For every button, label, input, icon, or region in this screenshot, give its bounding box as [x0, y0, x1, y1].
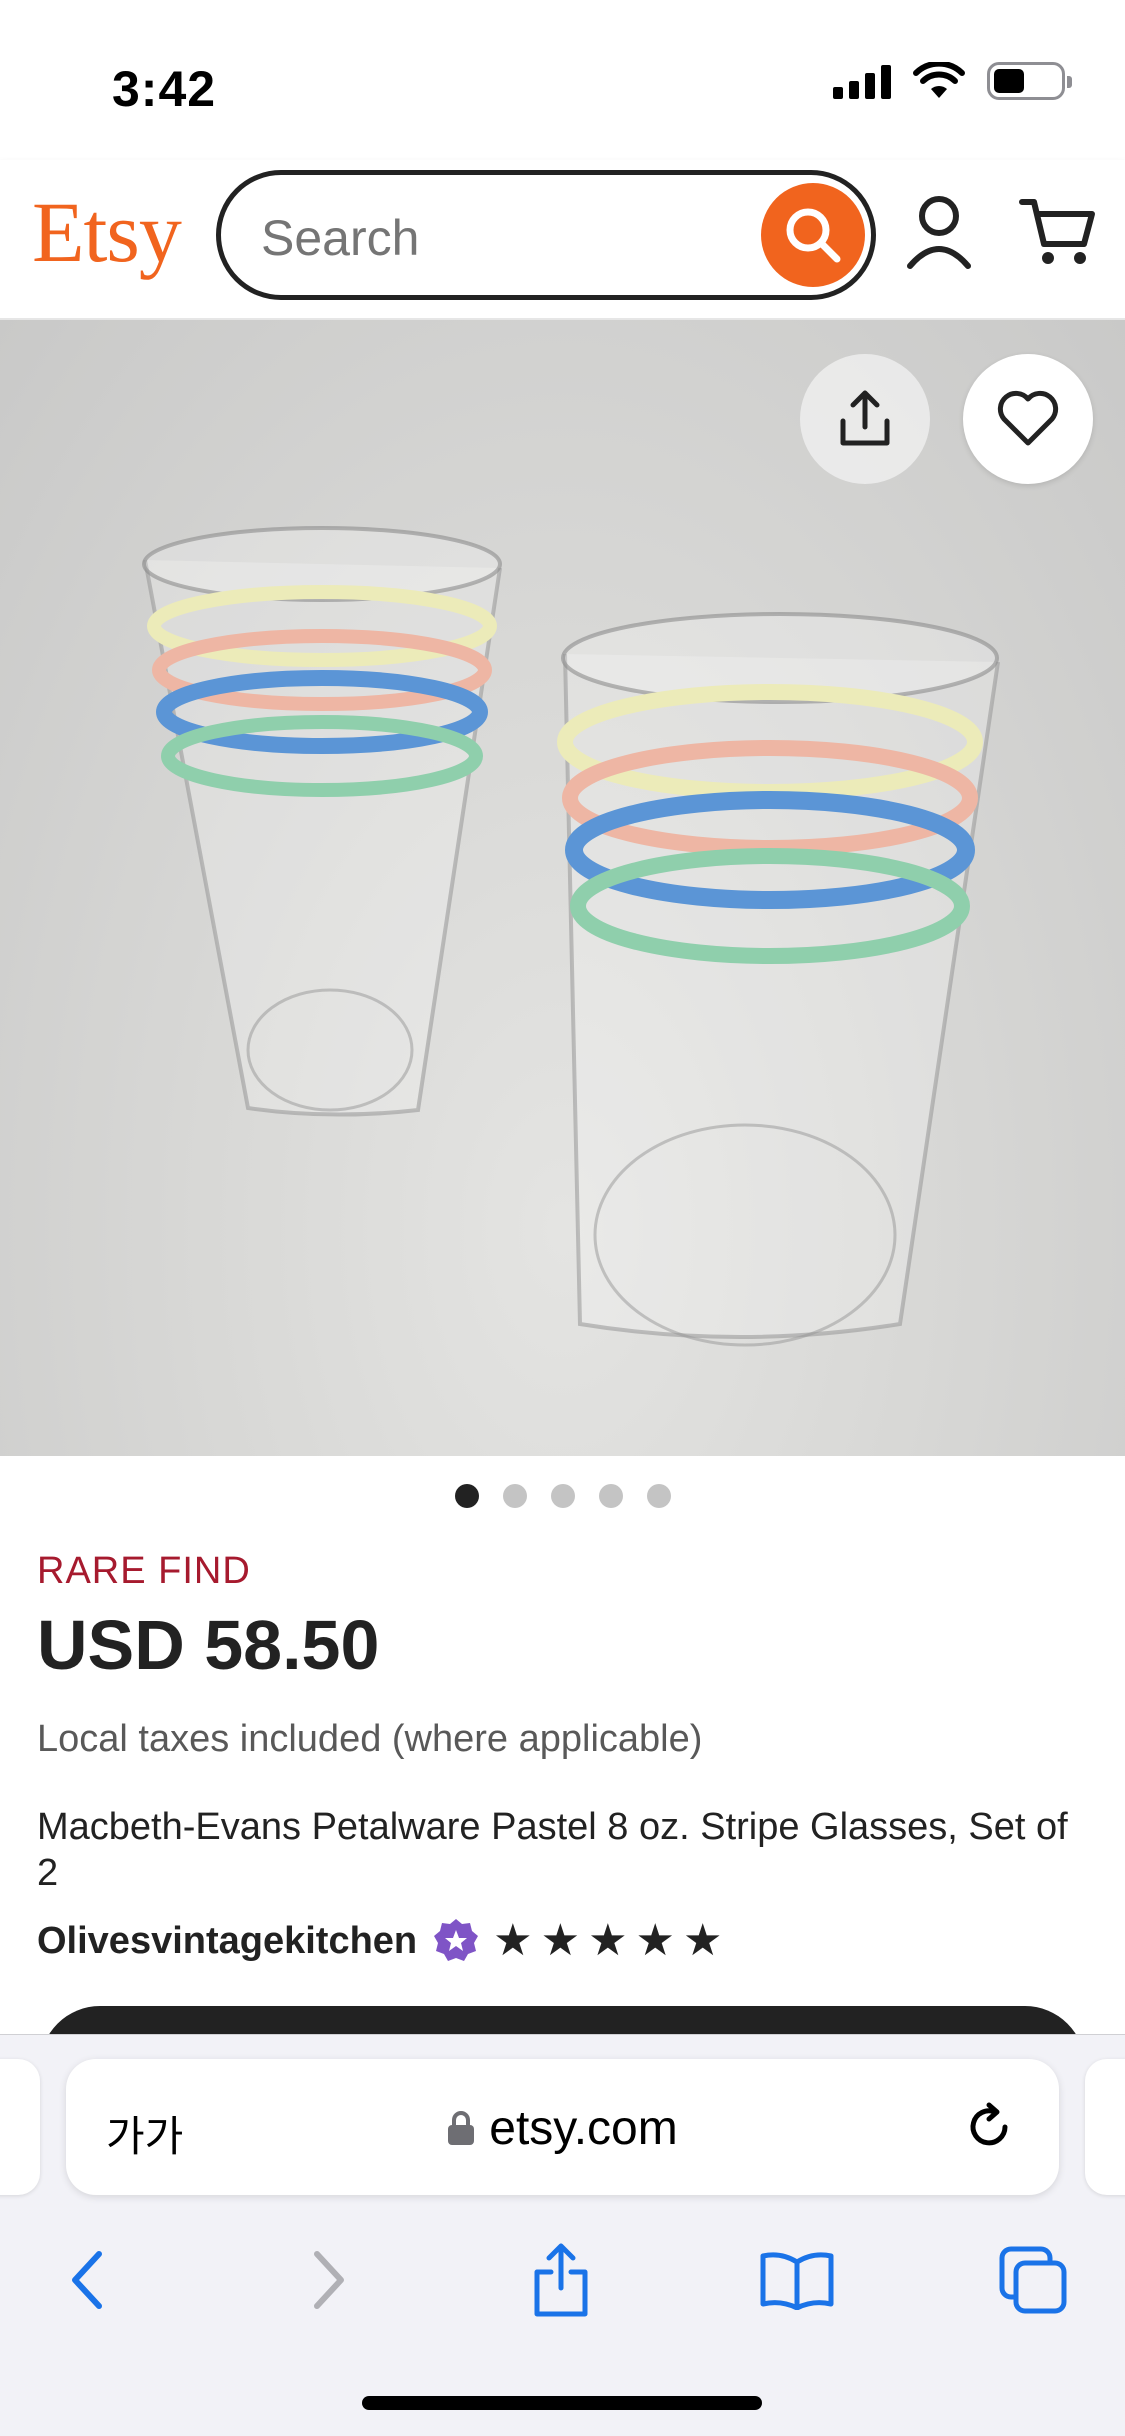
- reload-button[interactable]: [959, 2097, 1019, 2157]
- share-button[interactable]: [800, 354, 930, 484]
- product-photo: [142, 526, 1000, 1347]
- back-button[interactable]: [42, 2235, 132, 2325]
- carousel-dot[interactable]: [502, 1484, 527, 1508]
- share-page-button[interactable]: [516, 2235, 606, 2325]
- search-button[interactable]: [761, 183, 865, 287]
- previous-tab-preview[interactable]: [0, 2059, 40, 2195]
- etsy-logo[interactable]: Etsy: [32, 182, 182, 282]
- battery-icon: [987, 62, 1072, 100]
- shop-info: Olivesvintagekitchen ★ ★ ★ ★ ★: [37, 1918, 722, 1964]
- tabs-button[interactable]: [988, 2235, 1078, 2325]
- lock-icon: [448, 2111, 475, 2145]
- back-icon: [72, 2251, 102, 2309]
- carousel-dot[interactable]: [550, 1484, 575, 1508]
- bookmarks-button[interactable]: [752, 2235, 842, 2325]
- star-icon: ★: [635, 1916, 675, 1965]
- search-icon: [786, 208, 841, 263]
- forward-icon: [314, 2251, 344, 2309]
- bookmarks-icon: [760, 2252, 834, 2310]
- carousel-dot[interactable]: [598, 1484, 623, 1508]
- url-text: etsy.com: [489, 2102, 678, 2155]
- share-icon: [840, 390, 890, 446]
- star-icon: ★: [540, 1916, 581, 1965]
- product-title: Macbeth-Evans Petalware Pastel 8 oz. Str…: [37, 1806, 1068, 1894]
- wifi-icon: [913, 62, 965, 98]
- star-seller-icon: [434, 1919, 479, 1961]
- star-icon: ★: [588, 1916, 628, 1965]
- search-placeholder: Search: [261, 210, 420, 266]
- url-display[interactable]: etsy.com: [66, 2101, 1059, 2156]
- tax-note: Local taxes included (where applicable): [37, 1718, 703, 1760]
- star-icon: ★: [682, 1916, 723, 1965]
- account-button[interactable]: [904, 192, 974, 272]
- status-time: 3:42: [112, 61, 217, 117]
- home-indicator[interactable]: [362, 2396, 762, 2410]
- account-icon: [907, 196, 971, 269]
- cart-icon: [1019, 199, 1095, 264]
- cart-button[interactable]: [1018, 192, 1098, 272]
- browser-nav-row: [0, 2235, 1125, 2355]
- favorite-button[interactable]: [963, 354, 1093, 484]
- rating-stars[interactable]: ★ ★ ★ ★ ★: [493, 1919, 722, 1963]
- shop-name-link[interactable]: Olivesvintagekitchen: [37, 1920, 417, 1963]
- carousel-dot[interactable]: [454, 1484, 479, 1508]
- next-tab-preview[interactable]: [1085, 2059, 1125, 2195]
- share-icon: [534, 2243, 588, 2317]
- reload-icon: [970, 2102, 1008, 2146]
- site-header: Etsy Search: [0, 160, 1125, 320]
- address-bar[interactable]: 가가 etsy.com: [66, 2059, 1059, 2195]
- image-carousel-dots[interactable]: [0, 1484, 1125, 1508]
- product-image[interactable]: [0, 320, 1125, 1456]
- tabs-icon: [999, 2246, 1067, 2314]
- heart-icon: [997, 390, 1059, 446]
- browser-toolbar: 가가 etsy.com: [0, 2034, 1125, 2436]
- status-bar: 3:42: [0, 0, 1125, 150]
- search-input[interactable]: Search: [216, 170, 876, 300]
- status-icons: [833, 62, 1072, 100]
- forward-button[interactable]: [284, 2235, 374, 2325]
- carousel-dot[interactable]: [646, 1484, 671, 1508]
- cellular-signal-icon: [833, 63, 891, 99]
- product-price: USD 58.50: [37, 1606, 380, 1684]
- star-icon: ★: [493, 1916, 533, 1965]
- rare-find-badge: RARE FIND: [37, 1550, 251, 1592]
